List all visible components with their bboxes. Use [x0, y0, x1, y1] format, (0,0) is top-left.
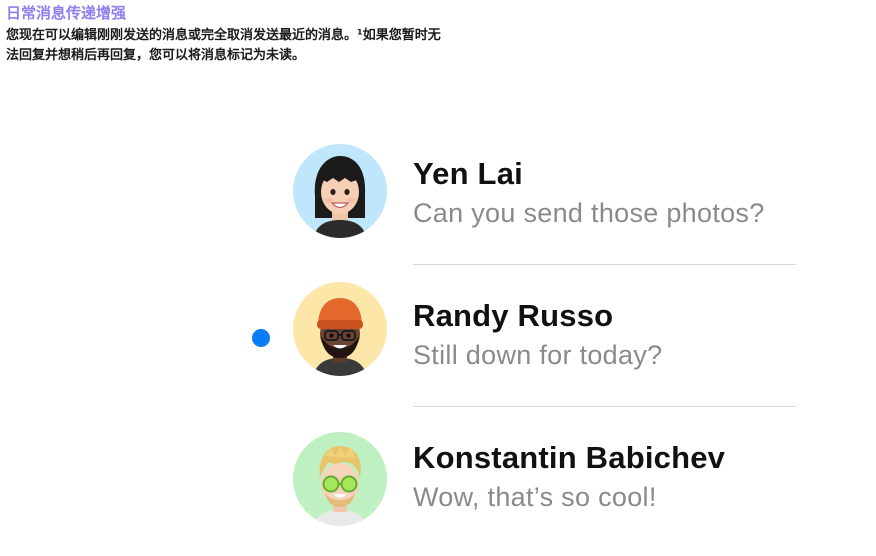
- conversation-row-yen-lai[interactable]: Yen Lai Can you send those photos?: [0, 140, 876, 250]
- contact-name: Konstantin Babichev: [413, 440, 726, 475]
- row-divider: [413, 264, 796, 265]
- memoji-woman-bangs-icon: [293, 144, 387, 238]
- description-line-1: 您现在可以编辑刚刚发送的消息或完全取消发送最近的消息。¹如果您暂时无: [6, 28, 441, 43]
- conversation-row-konstantin-babichev[interactable]: Konstantin Babichev Wow, that’s so cool!: [0, 424, 876, 534]
- feature-description: 您现在可以编辑刚刚发送的消息或完全取消发送最近的消息。¹如果您暂时无 法回复并想…: [6, 26, 526, 66]
- description-line-2: 法回复并想稍后再回复，您可以将消息标记为未读。: [6, 48, 306, 63]
- contact-name: Yen Lai: [413, 156, 523, 191]
- message-preview: Wow, that’s so cool!: [413, 482, 657, 512]
- page: 日常消息传递增强 您现在可以编辑刚刚发送的消息或完全取消发送最近的消息。¹如果您…: [0, 0, 876, 556]
- contact-name: Randy Russo: [413, 298, 614, 333]
- feature-header: 日常消息传递增强 您现在可以编辑刚刚发送的消息或完全取消发送最近的消息。¹如果您…: [6, 2, 526, 66]
- message-preview: Can you send those photos?: [413, 198, 765, 228]
- message-preview: Still down for today?: [413, 340, 663, 370]
- memoji-man-green-glasses-icon: [293, 432, 387, 526]
- conversation-row-randy-russo[interactable]: Randy Russo Still down for today?: [0, 282, 876, 392]
- unread-indicator-dot: [252, 329, 270, 347]
- feature-title: 日常消息传递增强: [6, 4, 127, 22]
- memoji-man-orange-beanie-icon: [293, 282, 387, 376]
- row-divider: [413, 406, 796, 407]
